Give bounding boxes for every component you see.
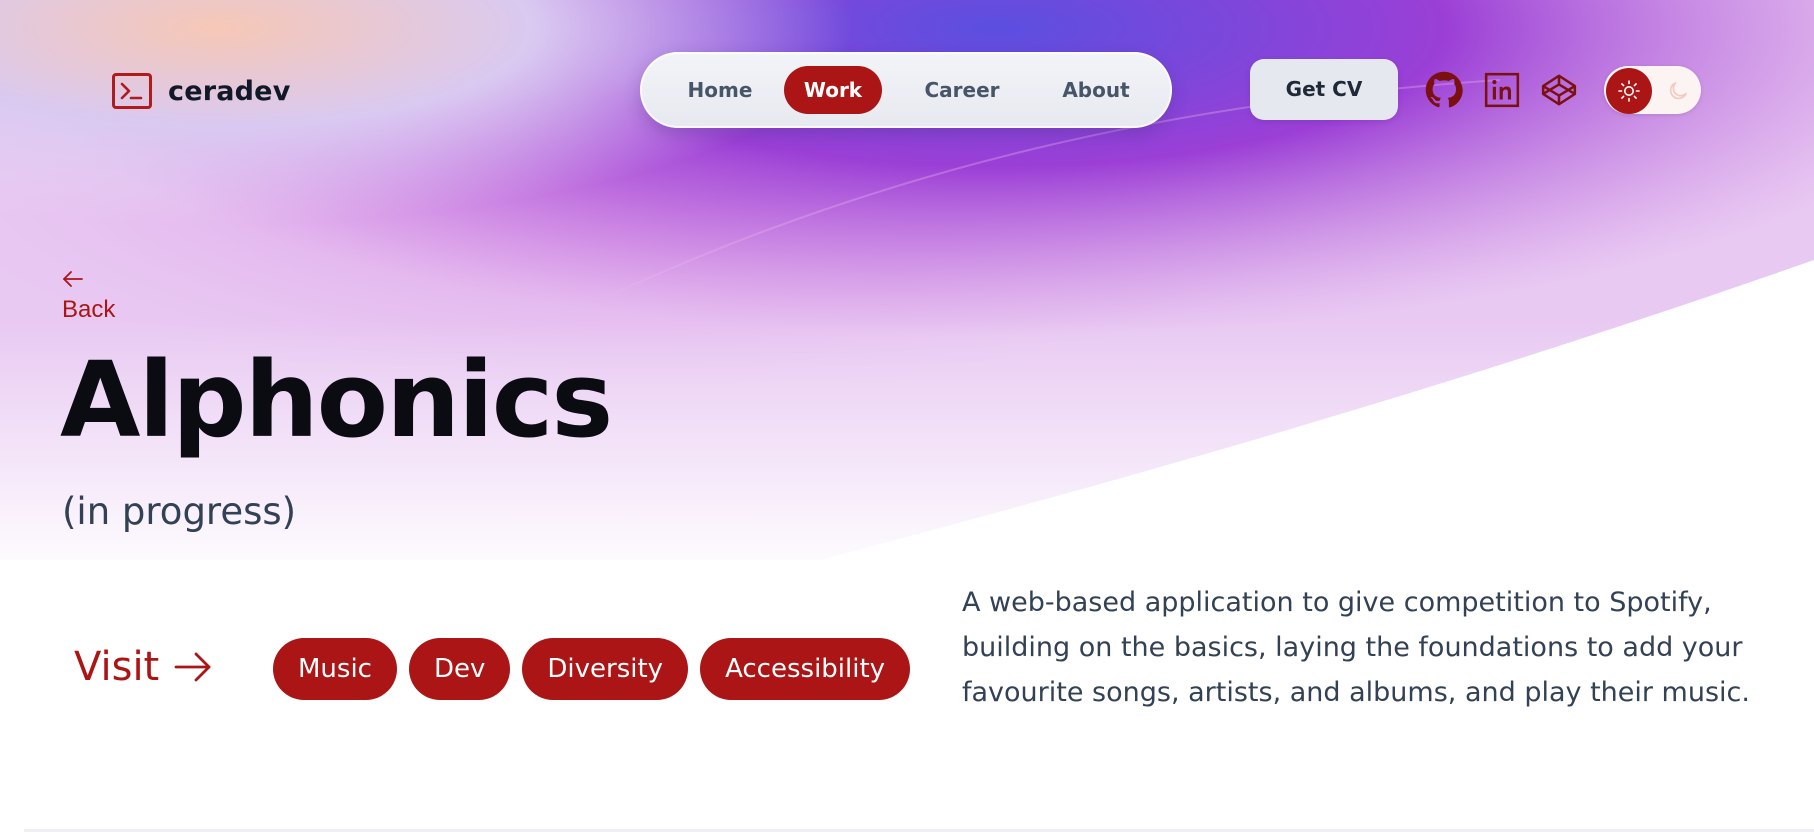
tag-diversity: Diversity: [522, 638, 689, 700]
project-status: (in progress): [62, 490, 297, 533]
back-link[interactable]: Back: [62, 268, 115, 324]
nav-about[interactable]: About: [1040, 66, 1152, 114]
arrow-left-icon: [62, 268, 115, 294]
nav-work[interactable]: Work: [784, 66, 882, 114]
back-label: Back: [62, 296, 116, 323]
codepen-icon[interactable]: [1540, 71, 1578, 109]
sun-icon: [1618, 80, 1640, 102]
tag-dev: Dev: [408, 638, 511, 700]
arrow-right-icon: [174, 652, 211, 682]
primary-nav: Home Work Career About: [640, 52, 1172, 128]
section-divider: [24, 829, 1814, 832]
tag-accessibility: Accessibility: [700, 638, 911, 700]
project-title: Alphonics: [60, 339, 613, 461]
visit-label: Visit: [74, 644, 160, 690]
github-icon[interactable]: [1425, 71, 1463, 109]
visit-link[interactable]: Visit: [74, 644, 213, 690]
moon-icon: [1669, 82, 1687, 100]
get-cv-button[interactable]: Get CV: [1250, 59, 1398, 120]
brand-logo[interactable]: ceradev: [112, 72, 291, 110]
project-description: A web-based application to give competit…: [962, 587, 1750, 708]
nav-career[interactable]: Career: [904, 66, 1020, 114]
linkedin-icon[interactable]: [1483, 71, 1521, 109]
terminal-icon: [112, 73, 152, 109]
tag-list: Music Dev Diversity Accessibility: [273, 638, 911, 700]
tag-music: Music: [273, 638, 397, 700]
nav-home[interactable]: Home: [664, 66, 776, 114]
theme-toggle[interactable]: [1604, 66, 1701, 114]
brand-name: ceradev: [168, 75, 291, 107]
